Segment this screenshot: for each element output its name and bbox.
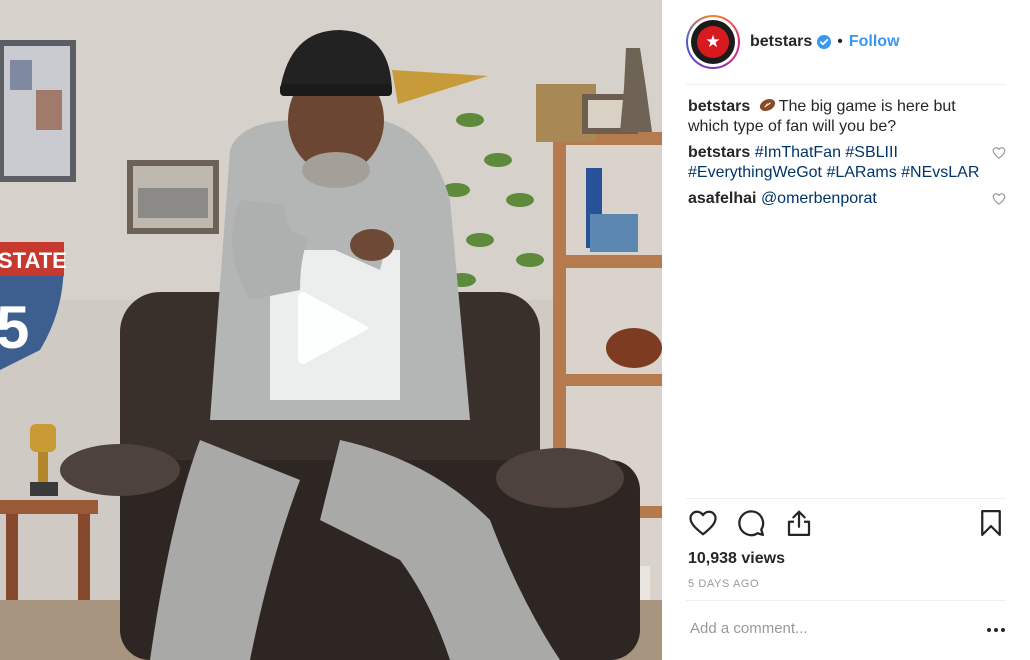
bookmark-icon[interactable]: [976, 508, 1006, 538]
comment-username[interactable]: asafelhai: [688, 190, 756, 207]
comment-username[interactable]: betstars: [688, 144, 750, 161]
heart-icon[interactable]: [688, 508, 718, 538]
sign-number: 5: [0, 294, 29, 361]
avatar[interactable]: ★: [686, 15, 740, 69]
caption: betstars The big game is here but which …: [688, 97, 1006, 137]
brand-star-icon: ★: [697, 26, 729, 58]
comment-item: asafelhai @omerbenporat: [688, 189, 1006, 209]
view-count[interactable]: 10,938 views: [688, 550, 785, 568]
caption-username[interactable]: betstars: [688, 98, 750, 115]
football-emoji-icon: [759, 98, 775, 112]
comment-bubble-icon[interactable]: [736, 508, 766, 538]
comments-list: betstars The big game is here but which …: [688, 97, 1006, 215]
more-options-icon[interactable]: [986, 622, 1006, 638]
post-timestamp[interactable]: 5 DAYS AGO: [688, 578, 759, 590]
comment-divider: [686, 600, 1006, 601]
share-icon[interactable]: [784, 508, 814, 538]
video-player[interactable]: STATE 5: [0, 0, 662, 660]
post-header: ★ betstars • Follow: [686, 14, 1006, 70]
action-bar: [688, 508, 1006, 542]
header-divider: [686, 84, 1006, 85]
header-username[interactable]: betstars: [750, 33, 812, 51]
actions-divider: [686, 498, 1006, 499]
comment-item: betstars #ImThatFan #SBLIII #EverythingW…: [688, 143, 1006, 183]
post-side-panel: ★ betstars • Follow betstars The big gam…: [662, 0, 1030, 660]
comment-mention[interactable]: @omerbenporat: [761, 190, 877, 207]
verified-badge-icon: [817, 35, 832, 49]
comment-like-icon[interactable]: [992, 192, 1006, 206]
separator-dot: •: [837, 33, 843, 50]
play-icon[interactable]: [296, 288, 376, 368]
comment-like-icon[interactable]: [992, 146, 1006, 160]
add-comment-input[interactable]: [690, 620, 950, 637]
sign-text: STATE: [0, 248, 67, 273]
follow-button[interactable]: Follow: [849, 33, 900, 51]
